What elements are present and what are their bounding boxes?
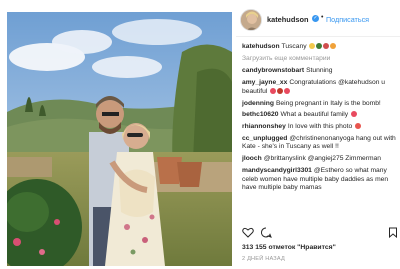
heart-emoji-icon xyxy=(284,87,291,94)
comment-username[interactable]: jlooch xyxy=(242,155,262,162)
comment: cc_unplugged @christinenonanyoga hang out… xyxy=(242,135,398,152)
post-side-panel: katehudson ✓ • Подписаться katehudson Tus… xyxy=(236,0,400,269)
caption: katehudson Tuscany xyxy=(242,43,398,52)
comment: rhiannonshey In love with this photo xyxy=(242,123,398,132)
heart-emoji-icon xyxy=(270,87,277,94)
comment-text: Stunning xyxy=(306,67,333,75)
comment-username[interactable]: mandyscandygirl3301 xyxy=(242,167,312,174)
comment-username[interactable]: jodenning xyxy=(242,100,274,107)
header-username[interactable]: katehudson xyxy=(267,15,308,24)
heart-emoji-icon xyxy=(330,43,337,49)
comment: amy_jayne_xx Congratulations @katehudson … xyxy=(242,79,398,96)
action-bar xyxy=(242,227,398,239)
comment-username[interactable]: amy_jayne_xx xyxy=(242,79,287,86)
instagram-post: katehudson ✓ • Подписаться katehudson Tus… xyxy=(0,0,400,269)
tuscany-couple-photo xyxy=(7,12,232,266)
heart-emoji-icon xyxy=(277,87,284,94)
comment: bethc10620 What a beautiful family xyxy=(242,111,398,120)
post-header: katehudson ✓ • Подписаться xyxy=(236,9,400,33)
avatar-image xyxy=(241,10,261,30)
comment: candybrownstobart Stunning xyxy=(242,67,398,76)
follow-button[interactable]: Подписаться xyxy=(326,15,369,24)
comment-username[interactable]: cc_unplugged xyxy=(242,135,287,142)
comment-icon[interactable] xyxy=(260,227,272,238)
comment-text: In love with this photo xyxy=(287,123,353,131)
comment: mandyscandygirl3301 @Esthero so what many… xyxy=(242,167,398,193)
post-timestamp: 2 ДНЕЙ НАЗАД xyxy=(242,256,285,262)
comments-list: katehudson Tuscany Загрузить еще коммента… xyxy=(242,43,398,196)
post-photo[interactable] xyxy=(7,12,232,266)
header-divider xyxy=(236,36,400,37)
heart-icon[interactable] xyxy=(242,227,254,238)
caption-text: Tuscany xyxy=(281,43,307,50)
sun-emoji-icon xyxy=(309,43,316,49)
separator-dot: • xyxy=(321,14,324,21)
likes-count[interactable]: 313 155 отметок "Нравится" xyxy=(242,244,336,251)
comment-text: @brittanyslink @angiej275 Zimmerman xyxy=(263,155,381,163)
load-more-comments-link[interactable]: Загрузить еще комментарии xyxy=(242,55,398,64)
verified-badge-icon: ✓ xyxy=(312,15,319,22)
comment-text: What a beautiful family xyxy=(280,111,349,119)
caption-username[interactable]: katehudson xyxy=(242,43,280,50)
leaf-emoji-icon xyxy=(316,43,323,49)
bookmark-icon[interactable] xyxy=(388,227,398,238)
avatar[interactable] xyxy=(240,9,262,31)
comment-username[interactable]: bethc10620 xyxy=(242,111,278,118)
flag-emoji-icon xyxy=(323,43,330,49)
comment-text: Being pregnant in Italy is the bomb! xyxy=(275,99,381,107)
comment-username[interactable]: candybrownstobart xyxy=(242,67,304,74)
heart-emoji-icon xyxy=(350,111,357,118)
comment: jlooch @brittanyslink @angiej275 Zimmerma… xyxy=(242,155,398,164)
comment-username[interactable]: rhiannonshey xyxy=(242,123,286,130)
heart-eyes-emoji-icon xyxy=(355,123,362,130)
comment: jodenning Being pregnant in Italy is the … xyxy=(242,100,398,109)
